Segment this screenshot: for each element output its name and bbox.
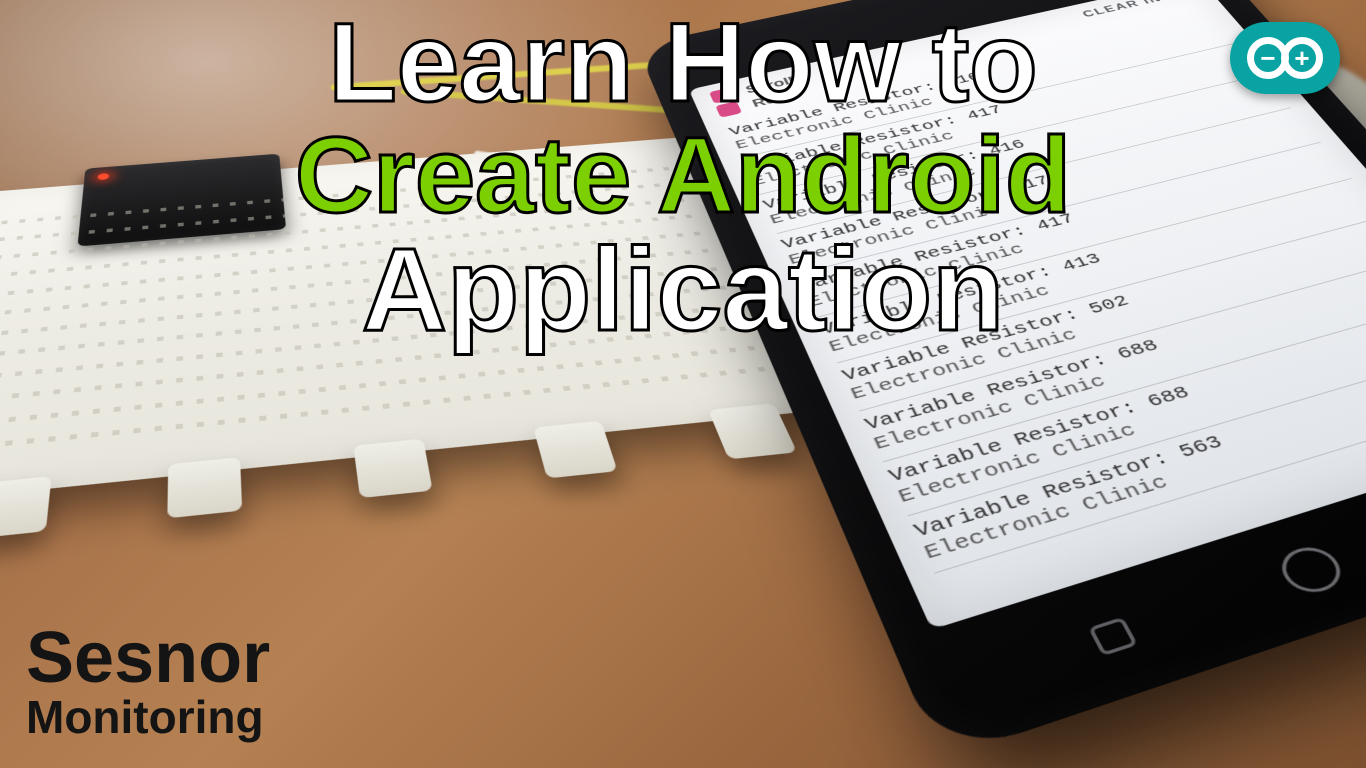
corner-line2: Monitoring — [26, 694, 270, 740]
phone-screen: Scroll CLEAR INPUT Read Variable Resisto… — [689, 0, 1366, 630]
recent-apps-button[interactable] — [1088, 617, 1138, 656]
corner-caption: Sesnor Monitoring — [26, 622, 270, 740]
arduino-logo: − + — [1230, 22, 1340, 94]
home-button[interactable] — [1272, 541, 1350, 599]
arduino-plus-icon: + — [1281, 37, 1323, 79]
thumbnail-scene: Scroll CLEAR INPUT Read Variable Resisto… — [0, 0, 1366, 768]
corner-line1: Sesnor — [26, 622, 270, 694]
